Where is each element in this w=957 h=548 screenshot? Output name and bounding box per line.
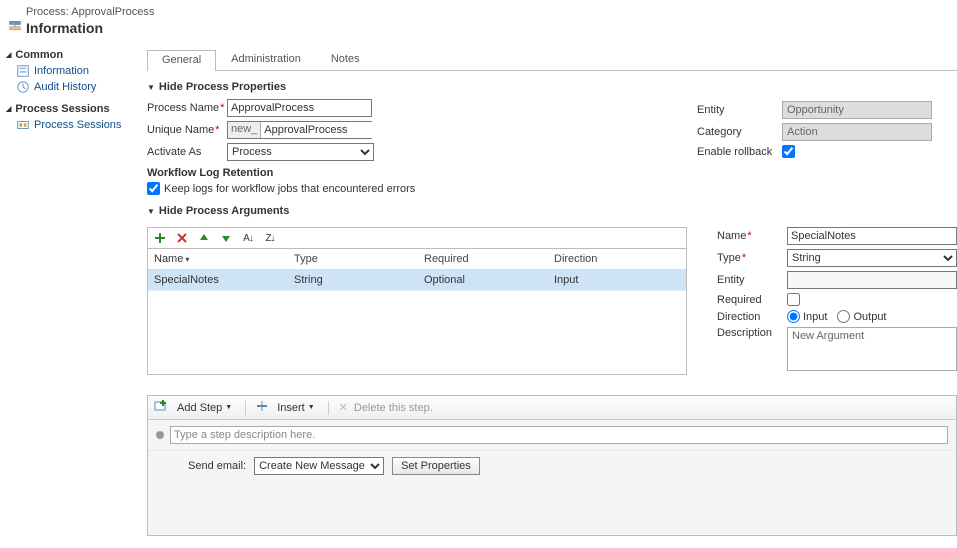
direction-output-radio[interactable] [837,310,850,323]
sidebar-item-label: Audit History [34,81,96,93]
step-bullet-icon [156,431,164,439]
unique-name-input[interactable] [261,122,409,138]
sidebar-item-information[interactable]: Information [6,63,128,79]
add-step-icon [154,399,168,416]
cell-name: SpecialNotes [148,270,288,290]
grid-header: Name▾ Type Required Direction [148,249,686,270]
delete-step-button: Delete this step. [354,402,433,414]
sessions-icon [16,118,30,132]
unique-name-prefix: new_ [228,122,261,138]
cell-required: Optional [418,270,548,290]
send-email-select[interactable]: Create New Message [254,457,384,475]
arg-description-label: Description [717,327,787,339]
step-row[interactable] [148,420,956,451]
sidebar-item-audit-history[interactable]: Audit History [6,79,128,95]
history-icon [16,80,30,94]
set-properties-button[interactable]: Set Properties [392,457,480,475]
col-header-direction[interactable]: Direction [548,249,686,269]
send-email-label: Send email: [188,460,246,472]
add-step-button[interactable]: Add Step▼ [174,400,235,416]
tab-administration[interactable]: Administration [216,49,316,70]
main-panel: General Administration Notes Hide Proces… [135,45,957,548]
arguments-grid: Name▾ Type Required Direction SpecialNot… [147,249,687,375]
category-value: Action [782,123,932,141]
tab-strip: General Administration Notes [147,49,957,71]
entity-label: Entity [697,104,782,116]
step-send-email: Send email: Create New Message Set Prope… [148,451,956,535]
keep-logs-checkbox[interactable] [147,182,160,195]
add-icon[interactable] [152,230,168,246]
enable-rollback-label: Enable rollback [697,146,782,158]
cell-type: String [288,270,418,290]
args-toolbar: A↓ Z↓ [147,227,687,249]
entity-value: Opportunity [782,101,932,119]
activate-as-label: Activate As [147,146,227,158]
unique-name-label: Unique Name* [147,124,227,136]
sidebar: Common Information Audit History Process… [0,45,135,548]
page-header: Process: ApprovalProcess Information [0,0,957,45]
arg-type-select[interactable]: String [787,249,957,267]
form-icon [16,64,30,78]
arg-name-label: Name* [717,230,787,242]
separator [245,401,246,415]
col-header-required[interactable]: Required [418,249,548,269]
cell-direction: Input [548,270,686,290]
direction-input-label: Input [803,311,827,323]
steps-panel: Add Step▼ Insert▼ ✕ Delete this step. Se… [147,395,957,536]
delete-step-icon: ✕ [339,401,348,414]
tab-general[interactable]: General [147,50,216,71]
insert-icon [256,400,268,415]
sidebar-item-process-sessions[interactable]: Process Sessions [6,117,128,133]
steps-toolbar: Add Step▼ Insert▼ ✕ Delete this step. [148,396,956,420]
category-label: Category [697,126,782,138]
sort-desc-icon[interactable]: Z↓ [262,230,278,246]
workflow-log-retention-title: Workflow Log Retention [147,167,667,179]
direction-input-radio[interactable] [787,310,800,323]
section-process-properties[interactable]: Hide Process Properties [147,81,957,93]
sidebar-group-common[interactable]: Common [6,49,128,61]
arg-type-label: Type* [717,252,787,264]
sidebar-item-label: Process Sessions [34,119,121,131]
sidebar-group-process-sessions[interactable]: Process Sessions [6,103,128,115]
arg-entity-label: Entity [717,274,787,286]
arg-entity-input [787,271,957,289]
arg-required-checkbox[interactable] [787,293,800,306]
col-header-name[interactable]: Name▾ [148,249,288,269]
move-down-icon[interactable] [218,230,234,246]
col-header-type[interactable]: Type [288,249,418,269]
grid-row[interactable]: SpecialNotes String Optional Input [148,270,686,291]
separator [328,401,329,415]
move-up-icon[interactable] [196,230,212,246]
process-name-input[interactable] [227,99,372,117]
step-description-input[interactable] [170,426,948,444]
keep-logs-label: Keep logs for workflow jobs that encount… [164,183,415,195]
activate-as-select[interactable]: Process [227,143,374,161]
direction-output-label: Output [853,311,886,323]
arg-required-label: Required [717,294,787,306]
enable-rollback-checkbox[interactable] [782,145,795,158]
arg-direction-label: Direction [717,311,787,323]
sort-asc-icon[interactable]: A↓ [240,230,256,246]
insert-button[interactable]: Insert▼ [274,400,317,416]
page-title: Information [26,20,103,36]
section-process-arguments[interactable]: Hide Process Arguments [147,205,957,217]
process-name-label: Process Name* [147,102,227,114]
tab-notes[interactable]: Notes [316,49,375,70]
process-icon [8,19,22,36]
arg-description-textarea[interactable] [787,327,957,371]
process-line: Process: ApprovalProcess [26,6,949,18]
sidebar-item-label: Information [34,65,89,77]
arg-name-input[interactable] [787,227,957,245]
delete-icon[interactable] [174,230,190,246]
